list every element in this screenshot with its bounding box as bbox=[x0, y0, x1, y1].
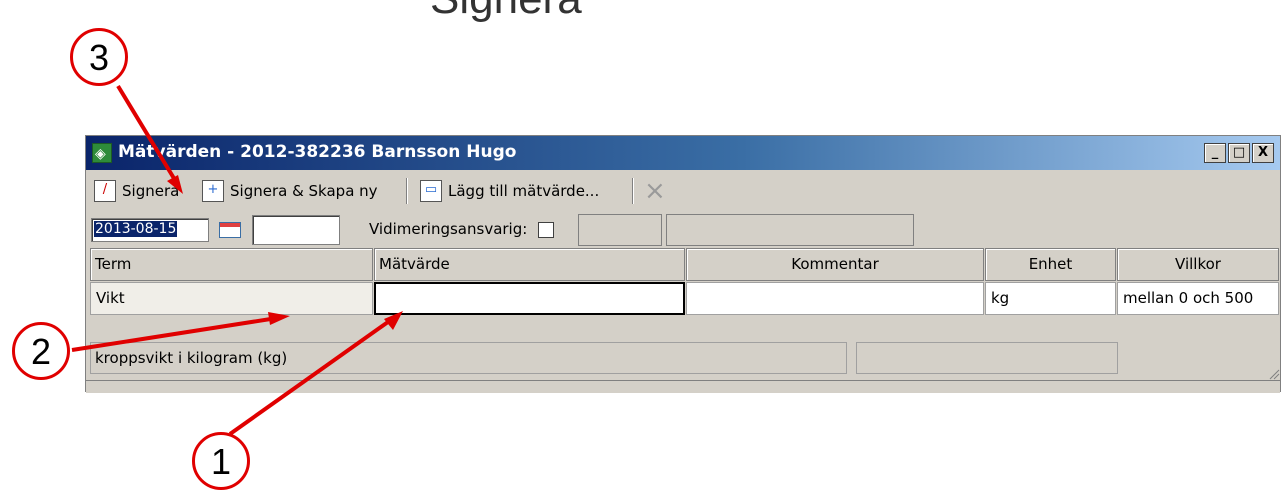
callout-arrows bbox=[71, 84, 403, 436]
callout-3: 3 bbox=[70, 28, 128, 86]
callout-2: 2 bbox=[12, 322, 70, 380]
callout-1: 1 bbox=[192, 432, 250, 490]
